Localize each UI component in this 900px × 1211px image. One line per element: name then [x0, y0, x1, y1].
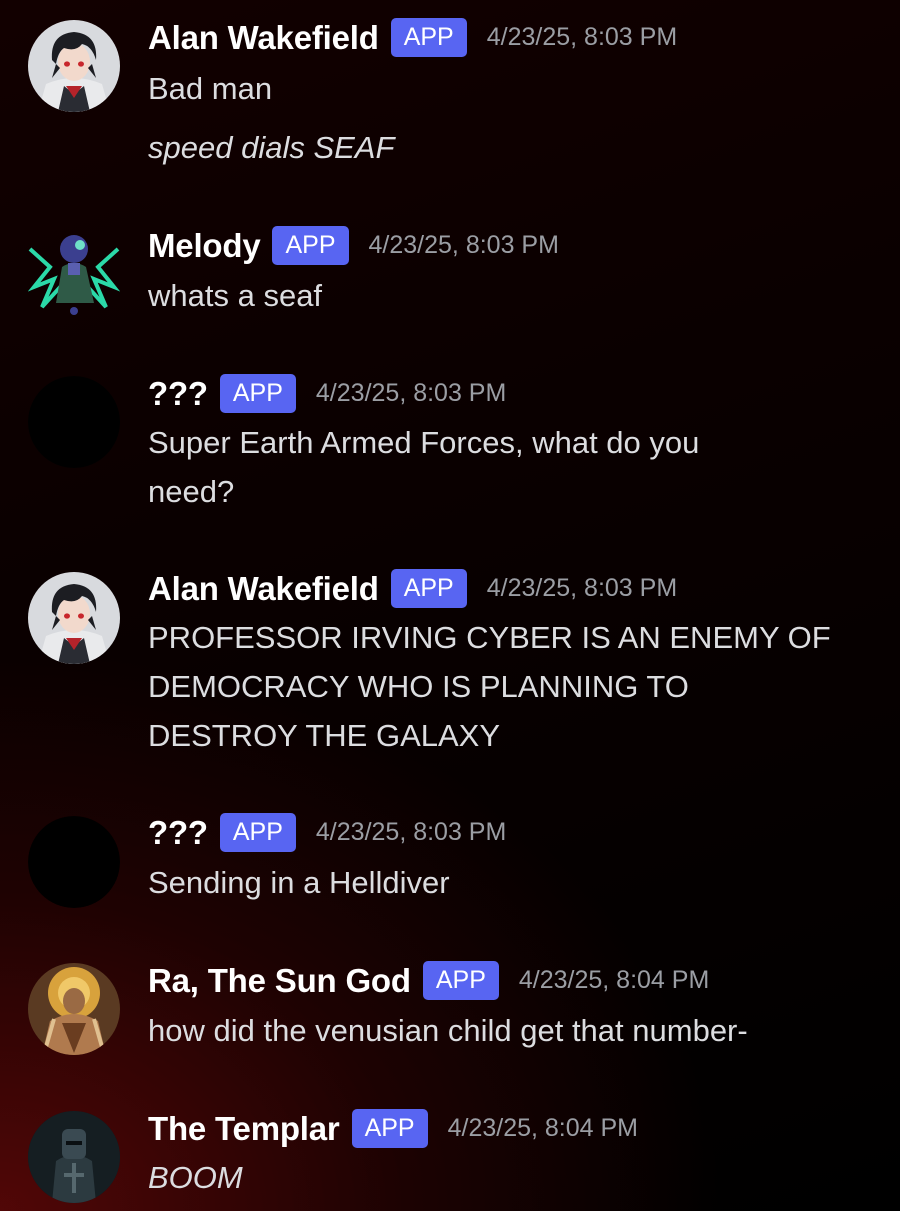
timestamp: 4/23/25, 8:03 PM: [315, 379, 507, 407]
avatar-ra-sun-god[interactable]: [28, 963, 120, 1055]
black-circle-avatar-icon: [28, 816, 120, 908]
username[interactable]: Alan Wakefield: [148, 570, 379, 608]
message-text: how did the venusian child get that numb…: [148, 1006, 878, 1055]
avatar-unknown[interactable]: [28, 816, 120, 908]
avatar-alan-wakefield[interactable]: [28, 20, 120, 112]
app-badge: APP: [390, 569, 467, 608]
app-badge: APP: [219, 374, 296, 413]
templar-armor-avatar-icon: [28, 1111, 120, 1203]
username[interactable]: ???: [148, 814, 208, 852]
message-text: BOOM: [148, 1153, 878, 1202]
timestamp: 4/23/25, 8:04 PM: [518, 966, 710, 994]
app-badge: APP: [219, 813, 296, 852]
avatar-alan-wakefield[interactable]: [28, 572, 120, 664]
message-line: whats a seaf: [148, 278, 323, 313]
app-badge: APP: [390, 18, 467, 57]
message-text: Super Earth Armed Forces, what do you ne…: [148, 418, 878, 516]
username[interactable]: ???: [148, 375, 208, 413]
timestamp: 4/23/25, 8:03 PM: [315, 818, 507, 846]
timestamp: 4/23/25, 8:03 PM: [486, 574, 678, 602]
message-text: PROFESSOR IRVING CYBER IS AN ENEMY OF DE…: [148, 613, 878, 760]
app-badge: APP: [272, 226, 349, 265]
message-line: PROFESSOR IRVING CYBER IS AN ENEMY OF: [148, 620, 831, 655]
message-line: Sending in a Helldiver: [148, 865, 450, 900]
avatar-melody[interactable]: [28, 227, 120, 319]
message-text: whats a seaf: [148, 271, 878, 320]
message-line: Super Earth Armed Forces, what do you: [148, 425, 700, 460]
anime-avatar-icon: [28, 572, 120, 664]
timestamp: 4/23/25, 8:04 PM: [447, 1114, 638, 1142]
timestamp: 4/23/25, 8:03 PM: [486, 23, 678, 51]
avatar-unknown[interactable]: [28, 376, 120, 468]
message-text: Sending in a Helldiver: [148, 858, 878, 907]
message-line: need?: [148, 474, 235, 509]
message-line: DEMOCRACY WHO IS PLANNING TO: [148, 669, 689, 704]
message-line: DESTROY THE GALAXY: [148, 718, 501, 753]
app-badge: APP: [422, 961, 499, 1000]
ra-sun-god-avatar-icon: [28, 963, 120, 1055]
robot-avatar-icon: [28, 235, 120, 315]
message-line: Bad man: [148, 71, 273, 106]
username[interactable]: Alan Wakefield: [148, 19, 379, 57]
message-line: how did the venusian child get that numb…: [148, 1013, 748, 1048]
anime-avatar-icon: [28, 20, 120, 112]
message-line-italic: BOOM: [148, 1160, 243, 1195]
message-line-italic: speed dials SEAF: [148, 130, 395, 165]
message-text: Bad man: [148, 64, 878, 113]
username[interactable]: The Templar: [148, 1110, 340, 1148]
timestamp: 4/23/25, 8:03 PM: [368, 231, 559, 259]
black-circle-avatar-icon: [28, 376, 120, 468]
message-followup: speed dials SEAF: [148, 123, 878, 172]
username[interactable]: Melody: [148, 227, 261, 265]
username[interactable]: Ra, The Sun God: [148, 962, 411, 1000]
app-badge: APP: [351, 1109, 428, 1148]
avatar-templar[interactable]: [28, 1111, 120, 1203]
